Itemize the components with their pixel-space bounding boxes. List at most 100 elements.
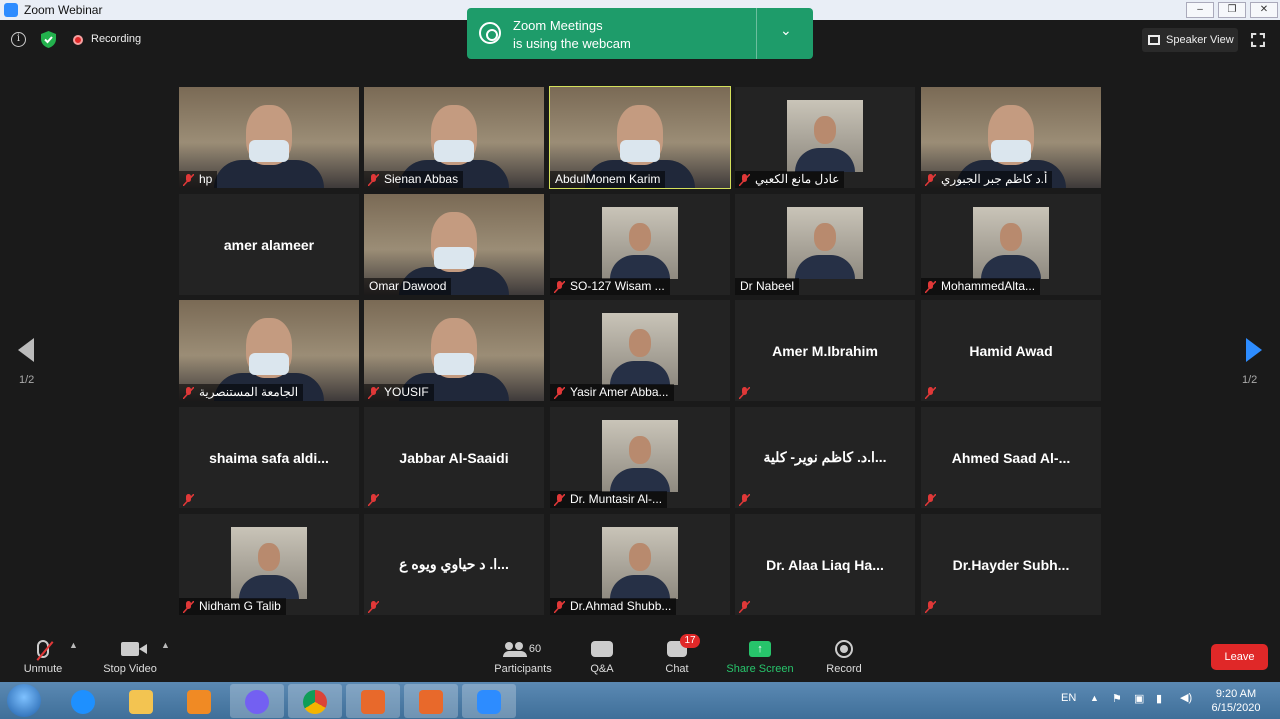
minimize-button[interactable]: – [1186,2,1214,18]
zoom-app-icon [4,3,18,17]
unmute-button[interactable]: Unmute [20,628,66,682]
unmute-label: Unmute [23,663,63,675]
show-hidden-icons-icon[interactable]: ▲ [1090,693,1099,703]
microphone-muted-icon [553,493,566,507]
participant-tile[interactable]: Jabbar Al-Saaidi [364,407,544,508]
participant-tile[interactable]: Ahmed Saad Al-... [921,407,1101,508]
participant-tile[interactable]: ا. د حياوي ويوه ع... [364,514,544,615]
participant-tile[interactable]: Omar Dawood [364,194,544,295]
microphone-muted-icon [553,600,566,614]
participant-profile-picture [602,313,678,385]
participant-tile[interactable]: SO-127 Wisam ... [550,194,730,295]
zoom-icon[interactable] [462,684,516,718]
microphone-muted-icon [924,173,937,187]
window-controls: – ❐ ✕ [1184,0,1280,20]
network-signal-icon[interactable]: ▮ [1156,692,1162,705]
participants-button[interactable]: 60 Participants [490,628,556,682]
clock-time: 9:20 AM [1215,688,1257,700]
viber-icon[interactable] [230,684,284,718]
participant-tile[interactable]: YOUSIF [364,300,544,401]
leave-button[interactable]: Leave [1211,644,1268,670]
participant-tile[interactable]: shaima safa aldi... [179,407,359,508]
participant-tile[interactable]: amer alameer [179,194,359,295]
microphone-muted-icon [553,280,566,294]
volume-icon[interactable]: ◀) [1180,691,1192,704]
participant-tile[interactable]: AbdulMonem Karim [549,86,731,189]
recording-icon[interactable] [73,35,83,45]
microphone-muted-icon [738,493,751,507]
file-explorer-icon[interactable] [114,684,168,718]
meeting-toolbar: Unmute ▲ Stop Video ▲ 60 Participants Q&… [0,628,1280,682]
fullscreen-icon[interactable] [1251,33,1265,47]
participant-profile-picture [787,207,863,279]
record-button[interactable]: Record [824,628,864,682]
recording-label[interactable]: Recording [91,33,141,45]
participant-tile[interactable]: Dr. Alaa Liaq Ha... [735,514,915,615]
presentation-icon[interactable] [346,684,400,718]
participant-tile[interactable]: Dr Nabeel [735,194,915,295]
participant-name-label: عادل مانع الكعبي [735,171,845,188]
restore-button[interactable]: ❐ [1218,2,1246,18]
participant-tile[interactable]: عادل مانع الكعبي [735,87,915,188]
microphone-muted-icon [367,493,380,507]
participant-tile[interactable]: Yasir Amer Abba... [550,300,730,401]
participant-name-label: Omar Dawood [364,278,452,295]
video-options-caret-icon[interactable]: ▲ [161,640,170,650]
close-button[interactable]: ✕ [1250,2,1278,18]
next-page-arrow-icon[interactable] [1246,338,1262,362]
participant-name-label: SO-127 Wisam ... [550,278,670,295]
participant-tile[interactable]: Dr.Ahmad Shubb... [550,514,730,615]
camera-app-icon[interactable] [404,684,458,718]
qa-label: Q&A [590,663,614,675]
participant-tile[interactable]: أ.د كاظم جبر الجبوري [921,87,1101,188]
stop-video-button[interactable]: Stop Video [98,628,162,682]
language-indicator[interactable]: EN [1061,692,1076,704]
notification-divider [756,8,757,59]
audio-options-caret-icon[interactable]: ▲ [69,640,78,650]
chat-unread-badge: 17 [680,634,700,648]
participant-name-label: Dr Nabeel [735,278,800,295]
microphone-muted-icon [738,173,751,187]
share-screen-label: Share Screen [726,663,794,675]
start-button-icon[interactable] [7,684,41,717]
participant-name: amer alameer [223,236,315,253]
participant-tile[interactable]: Dr.Hayder Subh... [921,514,1101,615]
participant-tile[interactable]: MohammedAlta... [921,194,1101,295]
video-camera-icon [121,642,147,656]
participant-tile[interactable]: Sienan Abbas [364,87,544,188]
webcam-notification[interactable]: Zoom Meetings is using the webcam ⌄ [467,8,813,59]
participant-tile[interactable]: Nidham G Talib [179,514,359,615]
microphone-muted-icon [924,493,937,507]
shield-icon[interactable] [41,31,56,48]
chrome-icon[interactable] [288,684,342,718]
participant-name: Ahmed Saad Al-... [951,449,1071,466]
participant-tile[interactable]: Amer M.Ibrahim [735,300,915,401]
media-player-icon[interactable] [172,684,226,718]
internet-explorer-icon[interactable] [56,684,110,718]
stop-video-label: Stop Video [103,663,157,675]
microphone-muted-icon [924,386,937,400]
participant-name: Dr.Hayder Subh... [952,556,1070,573]
share-screen-icon: ↑ [749,641,771,657]
chevron-down-icon[interactable]: ⌄ [780,22,792,39]
participant-tile[interactable]: hp [179,87,359,188]
participant-name-label: Dr.Ahmad Shubb... [550,598,677,615]
device-icon[interactable]: ▣ [1134,692,1144,705]
record-label: Record [826,663,862,675]
info-icon[interactable]: i [11,32,26,47]
participant-tile[interactable]: ا.د. كاظم نوير- كلية... [735,407,915,508]
participant-tile[interactable]: الجامعة المستنصرية [179,300,359,401]
share-screen-button[interactable]: ↑ Share Screen [725,628,795,682]
previous-page-arrow-icon[interactable] [18,338,34,362]
qa-button[interactable]: Q&A [584,628,620,682]
clock-date: 6/15/2020 [1211,702,1261,714]
speaker-view-button[interactable]: Speaker View [1142,28,1238,52]
system-clock[interactable]: 9:20 AM 6/15/2020 [1204,687,1268,715]
flag-icon[interactable]: ⚑ [1112,692,1122,705]
page-indicator-left: 1/2 [19,374,35,386]
participant-tile[interactable]: Dr. Muntasir Al-... [550,407,730,508]
participant-name: Amer M.Ibrahim [772,342,878,359]
microphone-muted-icon [553,386,566,400]
participant-tile[interactable]: Hamid Awad [921,300,1101,401]
microphone-muted-icon [367,600,380,614]
